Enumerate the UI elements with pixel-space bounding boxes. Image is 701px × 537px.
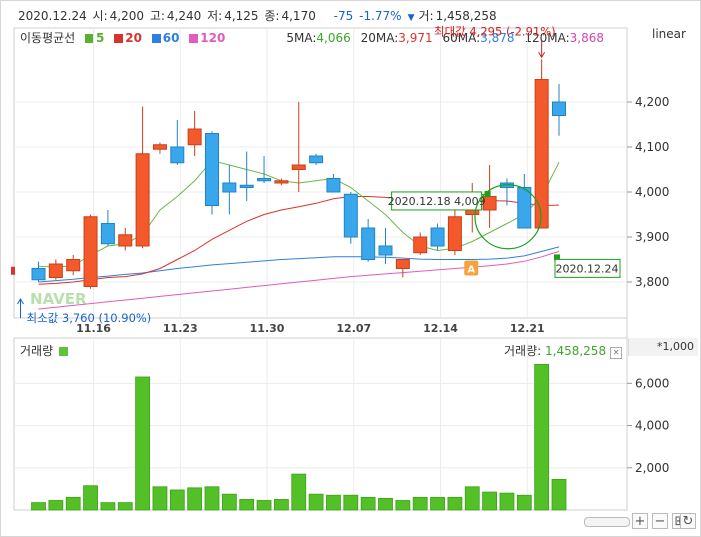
volume-bar bbox=[395, 500, 411, 511]
volume-bar bbox=[291, 473, 307, 511]
candle-body bbox=[291, 164, 306, 170]
volume-bar bbox=[221, 493, 237, 511]
volume-bar bbox=[239, 499, 255, 511]
volume-bar bbox=[100, 502, 116, 511]
date-tick-label: 11.30 bbox=[250, 322, 285, 335]
candle-body bbox=[517, 187, 532, 229]
candle-body bbox=[343, 193, 358, 238]
ma120-line bbox=[38, 250, 560, 310]
price-tick-label: 4,000 bbox=[635, 185, 669, 199]
volume-bar bbox=[412, 496, 428, 511]
candle-body bbox=[430, 227, 445, 247]
volume-bar bbox=[135, 376, 151, 511]
candle-body bbox=[31, 268, 46, 281]
max-value-label: 최대값 4,295 (-2.91%) bbox=[434, 24, 556, 38]
volume-bar bbox=[430, 496, 445, 511]
volume-bar bbox=[169, 489, 185, 511]
volume-bar bbox=[204, 486, 220, 511]
date-tick-label: 12.14 bbox=[423, 322, 458, 335]
candle-body bbox=[135, 153, 150, 247]
point-1224-label: 2020.12.24 bbox=[556, 262, 619, 275]
candle-body bbox=[274, 180, 289, 184]
candle-body bbox=[118, 234, 133, 247]
candle-body bbox=[152, 144, 167, 150]
candle-body bbox=[413, 236, 428, 254]
candle-body bbox=[83, 216, 98, 287]
candle-body bbox=[100, 223, 115, 245]
candle-body bbox=[66, 259, 81, 272]
volume-bar bbox=[534, 363, 550, 511]
point-1218-label: 2020.12.18 4,009 bbox=[388, 195, 486, 208]
price-tick-label: 4,200 bbox=[635, 95, 669, 109]
volume-bar bbox=[360, 496, 376, 511]
volume-bar bbox=[31, 502, 46, 511]
volume-bar bbox=[482, 491, 498, 511]
volume-bar bbox=[152, 486, 168, 511]
volume-bar bbox=[273, 499, 289, 511]
volume-bar bbox=[65, 496, 81, 511]
date-tick-label: 12.21 bbox=[510, 322, 545, 335]
zoom-in-button[interactable]: + bbox=[632, 513, 648, 529]
volume-bar bbox=[326, 494, 341, 511]
volume-bar bbox=[516, 494, 532, 511]
candle-body bbox=[447, 216, 462, 251]
candle-body bbox=[395, 259, 410, 269]
candle-body bbox=[552, 101, 566, 116]
volume-bar bbox=[117, 502, 133, 511]
price-tick-label: 3,800 bbox=[635, 275, 669, 289]
price-tick-label: 3,900 bbox=[635, 230, 669, 244]
volume-bar bbox=[187, 487, 203, 511]
volume-bar bbox=[48, 500, 64, 511]
date-tick-label: 11.23 bbox=[163, 322, 198, 335]
volume-bar bbox=[343, 494, 359, 511]
volume-bar bbox=[447, 496, 463, 511]
price-tick-label: 4,100 bbox=[635, 140, 669, 154]
volume-tick-label: 6,000 bbox=[635, 376, 669, 390]
candle-body bbox=[257, 178, 272, 182]
candle-body bbox=[378, 245, 393, 256]
left-edge-marker bbox=[11, 266, 15, 275]
candle-body bbox=[326, 178, 341, 193]
candle-body bbox=[48, 263, 63, 278]
volume-bar bbox=[308, 493, 324, 511]
zoom-out-button[interactable]: − bbox=[652, 513, 668, 529]
reset-button[interactable]: ↻ bbox=[680, 513, 696, 529]
marker-a-label: A bbox=[467, 265, 475, 276]
candle-body bbox=[239, 184, 254, 188]
candle-body bbox=[309, 155, 324, 164]
candle-body bbox=[361, 227, 376, 260]
date-tick-label: 12.07 bbox=[336, 322, 371, 335]
volume-bar bbox=[256, 500, 272, 511]
candle-body bbox=[170, 146, 185, 164]
volume-bar bbox=[464, 486, 480, 511]
volume-bar bbox=[378, 497, 393, 511]
volume-bar bbox=[83, 485, 98, 511]
chart-scrollbar[interactable] bbox=[584, 517, 630, 527]
volume-bar bbox=[499, 492, 515, 511]
volume-tick-label: 4,000 bbox=[635, 419, 669, 433]
volume-bar bbox=[551, 478, 567, 511]
candle-body bbox=[187, 128, 202, 146]
candle-body bbox=[534, 79, 549, 229]
min-value-label: 최소값 3,760 (10.90%) bbox=[27, 311, 152, 325]
price-volume-chart: 3,800 3,900 4,000 4,100 4,200 2,000 4,000 6,000… bbox=[11, 24, 669, 511]
candle-body bbox=[222, 182, 237, 193]
candle-body bbox=[205, 133, 219, 206]
volume-tick-label: 2,000 bbox=[635, 461, 669, 475]
